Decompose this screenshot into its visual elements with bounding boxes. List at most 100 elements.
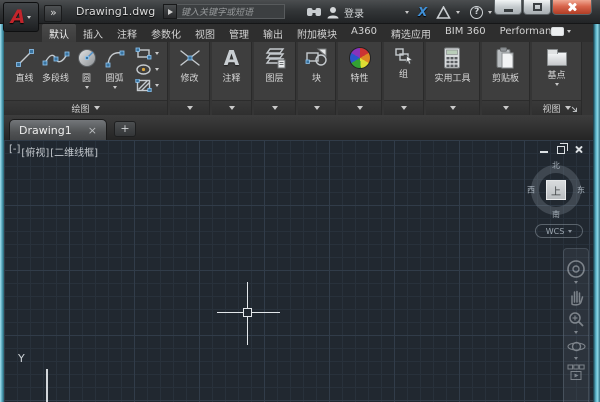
annotation-button[interactable]: A 注释	[219, 45, 243, 86]
groups-panel-footer[interactable]	[384, 100, 423, 115]
window-title: Drawing1.dwg	[76, 5, 155, 18]
properties-button[interactable]: 特性	[346, 45, 374, 86]
zoom-magnifier-icon	[567, 310, 586, 329]
crosshair-pickbox	[243, 308, 252, 317]
orbit-button[interactable]	[567, 338, 586, 360]
maximize-button[interactable]	[523, 0, 551, 15]
utilities-panel-footer[interactable]	[426, 100, 479, 115]
circle-button[interactable]: 圆	[73, 45, 101, 91]
exchange-apps-icon[interactable]: X	[418, 5, 427, 19]
file-tab-bar: Drawing1 × +	[4, 115, 593, 140]
clipboard-button[interactable]: 剪贴板	[489, 45, 522, 86]
file-tab-drawing1[interactable]: Drawing1 ×	[9, 119, 107, 140]
showmotion-button[interactable]	[567, 364, 585, 380]
viewport-menu-button[interactable]: [-]	[9, 144, 20, 159]
tab-parametric[interactable]: 参数化	[144, 24, 188, 42]
tab-insert[interactable]: 插入	[76, 24, 110, 42]
circle-dropdown-icon[interactable]	[85, 86, 89, 89]
viewcube-top-face[interactable]: 上	[546, 180, 566, 200]
user-icon[interactable]	[327, 6, 339, 19]
modify-panel-footer[interactable]	[170, 100, 209, 115]
navigation-wheel-button[interactable]	[566, 259, 586, 284]
properties-panel-footer[interactable]	[338, 100, 381, 115]
ellipse-icon	[135, 63, 152, 76]
tab-manage[interactable]: 管理	[222, 24, 256, 42]
signin-dropdown-icon[interactable]	[405, 11, 409, 14]
chevron-down-icon	[574, 357, 578, 360]
chevron-down-icon	[567, 30, 571, 33]
ucs-y-label: Y	[18, 352, 25, 365]
doc-restore-icon[interactable]	[557, 146, 565, 154]
zoom-button[interactable]	[567, 310, 586, 334]
close-button[interactable]	[552, 0, 592, 15]
ellipse-button[interactable]	[133, 62, 161, 77]
pan-button[interactable]	[567, 288, 585, 306]
tab-addins[interactable]: 附加模块	[290, 24, 344, 42]
drawing-canvas[interactable]: [-] [俯视] [二维线框] 北 南 西 东 上 WCS	[4, 140, 593, 402]
panel-expand-icon	[187, 106, 193, 110]
minimize-icon	[504, 9, 513, 12]
arc-button[interactable]: 圆弧	[101, 45, 129, 91]
help-dropdown-icon[interactable]	[488, 11, 492, 14]
tab-view[interactable]: 视图	[188, 24, 222, 42]
arc-icon	[104, 47, 126, 69]
tab-a360[interactable]: A360	[344, 24, 384, 42]
tab-output[interactable]: 输出	[256, 24, 290, 42]
panel-expand-icon	[229, 106, 235, 110]
layers-icon	[263, 47, 287, 69]
layers-panel-footer[interactable]	[254, 100, 295, 115]
tab-home[interactable]: 默认	[42, 24, 76, 42]
dialog-launcher-icon[interactable]	[571, 106, 578, 113]
layers-button[interactable]: 图层	[260, 45, 290, 86]
polyline-button[interactable]: 多段线	[39, 45, 73, 86]
new-tab-button[interactable]: +	[114, 121, 136, 137]
ribbon-panel-properties: 特性	[338, 42, 382, 115]
utilities-button[interactable]: 实用工具	[431, 45, 473, 86]
viewcube-east[interactable]: 东	[577, 185, 585, 196]
search-input[interactable]	[177, 4, 285, 19]
help-icon[interactable]: ?	[470, 6, 483, 19]
base-button[interactable]: 基点	[544, 45, 570, 88]
file-tab-close-icon[interactable]: ×	[88, 124, 97, 137]
panel-expand-icon	[450, 106, 456, 110]
clipboard-panel-footer[interactable]	[482, 100, 529, 115]
block-button[interactable]: 块	[302, 45, 332, 86]
maximize-icon	[533, 3, 542, 11]
base-dropdown-icon[interactable]	[555, 83, 559, 86]
signin-button[interactable]: 登录	[344, 5, 364, 20]
view-controls-button[interactable]: [俯视]	[21, 144, 49, 159]
a360-icon[interactable]	[436, 6, 451, 19]
rectangle-button[interactable]	[133, 46, 161, 61]
ribbon-minimize-button[interactable]	[551, 27, 571, 36]
tab-featured-apps[interactable]: 精选应用	[384, 24, 438, 42]
block-panel-footer[interactable]	[298, 100, 335, 115]
search-binoculars-icon[interactable]	[306, 6, 322, 18]
a360-dropdown-icon[interactable]	[456, 11, 460, 14]
wcs-dropdown[interactable]: WCS	[535, 224, 583, 238]
arc-dropdown-icon[interactable]	[113, 86, 117, 89]
tab-annotate[interactable]: 注释	[110, 24, 144, 42]
folder-icon	[547, 52, 567, 66]
group-button[interactable]: 组	[391, 45, 417, 82]
minimize-button[interactable]	[494, 0, 522, 15]
annotation-panel-footer[interactable]	[212, 100, 251, 115]
search-go-button[interactable]	[163, 4, 177, 19]
hatch-button[interactable]	[133, 78, 161, 93]
modify-button[interactable]: 修改	[175, 45, 205, 86]
steering-wheel-icon	[566, 259, 586, 279]
ribbon-tab-bar: 默认 插入 注释 参数化 视图 管理 输出 附加模块 A360 精选应用 BIM…	[4, 24, 593, 42]
viewcube-south[interactable]: 南	[552, 209, 560, 220]
viewcube[interactable]: 北 南 西 东 上	[526, 160, 586, 220]
doc-close-icon[interactable]	[574, 145, 583, 154]
line-button[interactable]: 直线	[11, 45, 39, 86]
doc-minimize-icon[interactable]	[540, 151, 548, 153]
application-menu-button[interactable]: A	[3, 2, 39, 32]
quick-access-expand-button[interactable]: »	[44, 5, 62, 22]
draw-panel-footer[interactable]: 绘图	[4, 100, 167, 115]
tab-bim360[interactable]: BIM 360	[438, 24, 493, 42]
viewcube-west[interactable]: 西	[527, 185, 535, 196]
viewcube-north[interactable]: 北	[552, 160, 560, 171]
view-panel-footer[interactable]: 视图	[532, 100, 581, 115]
visual-style-button[interactable]: [二维线框]	[50, 144, 98, 159]
ribbon-panel-view: 基点 视图	[532, 42, 582, 115]
